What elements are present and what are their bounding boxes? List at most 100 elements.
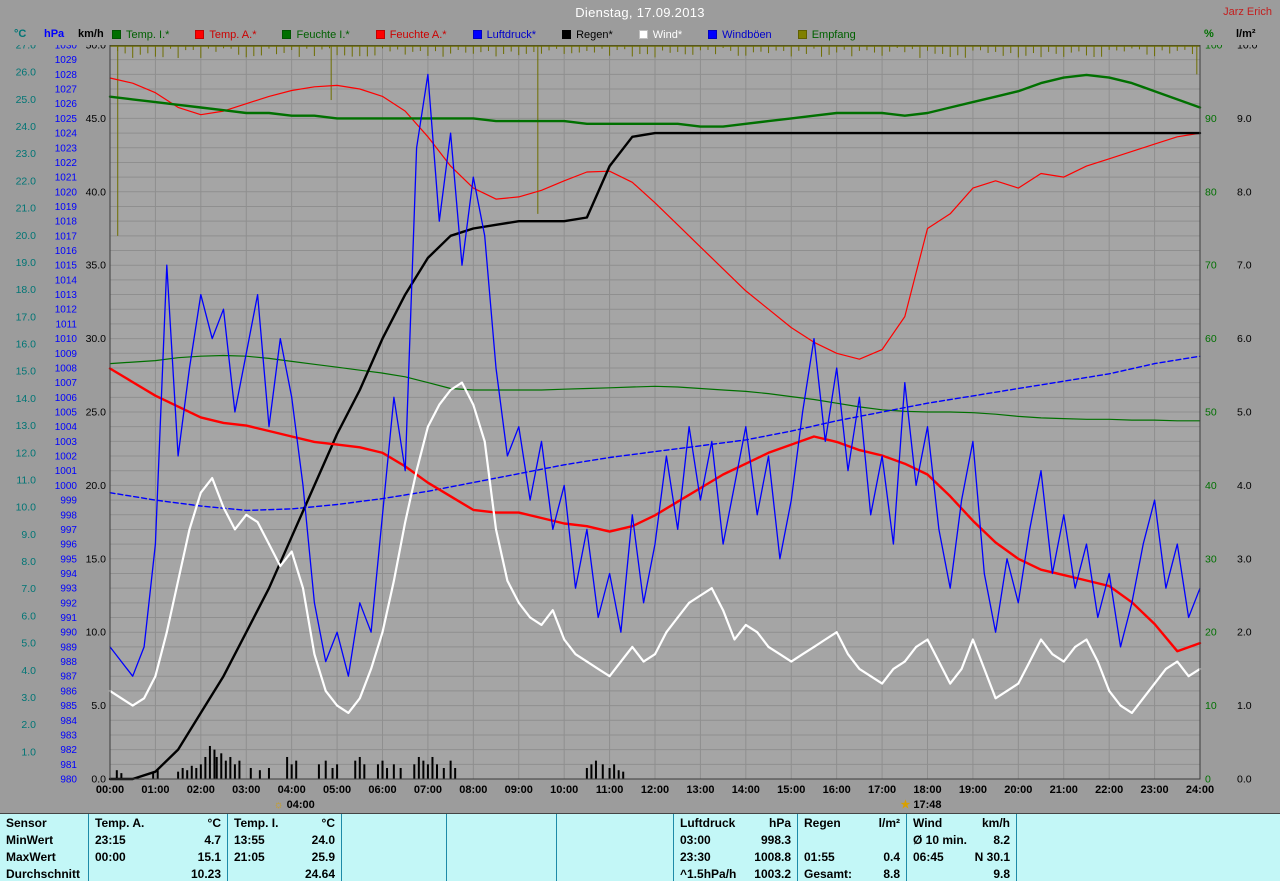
- axis-tick-label: 00:00: [96, 784, 124, 796]
- axis-tick-label: 15.0: [16, 366, 37, 378]
- empfang-swatch-icon: [798, 30, 807, 39]
- axis-tick-label: 6.0: [21, 610, 36, 622]
- axis-tick-label: 26.0: [16, 67, 37, 79]
- cell-value: 1003.2: [754, 867, 791, 881]
- table-cell: 23:301008.8: [673, 848, 797, 865]
- axis-unit-percent: %: [1204, 28, 1214, 40]
- axis-tick-label: 14.0: [16, 393, 37, 405]
- cell-label: 06:45: [913, 850, 944, 864]
- axis-unit-celsius: °C: [14, 28, 26, 40]
- axis-tick-label: 13.0: [16, 420, 37, 432]
- axis-tick-label: 22.0: [16, 175, 37, 187]
- weather-station-window: Dienstag, 17.09.2013 Jarz Erich °C hPa k…: [0, 0, 1280, 881]
- axis-tick-label: 1.0: [1237, 700, 1252, 712]
- cell-label: ^1.5hPa/h: [680, 867, 736, 881]
- axis-tick-label: 30: [1205, 553, 1217, 565]
- wind-swatch-icon: [639, 30, 648, 39]
- axis-tick-label: 1015: [55, 261, 78, 272]
- axis-tick-label: 50: [1205, 407, 1217, 419]
- axis-tick-label: 1013: [55, 290, 78, 301]
- legend-item-temp-i: Temp. I.*: [112, 29, 169, 41]
- feuchte-a-swatch-icon: [376, 30, 385, 39]
- cell-label: Temp. I.: [234, 816, 278, 830]
- station-owner-label: Jarz Erich: [1223, 6, 1272, 18]
- axis-tick-label: 12.0: [16, 447, 37, 459]
- table-cell: [1016, 814, 1280, 831]
- window-title: Dienstag, 17.09.2013: [575, 5, 705, 20]
- cell-label: Luftdruck: [680, 816, 735, 830]
- axis-tick-label: 20.0: [16, 230, 37, 242]
- axis-tick-label: 5.0: [91, 700, 106, 712]
- axis-tick-label: 1009: [55, 349, 78, 360]
- axis-tick-label: 17.0: [16, 311, 37, 323]
- legend-item-wind: Wind*: [639, 29, 682, 41]
- axis-tick-label: 1030: [55, 45, 78, 52]
- feuchte-i-swatch-icon: [282, 30, 291, 39]
- axis-tick-label: 19:00: [959, 784, 987, 796]
- axis-tick-label: 1027: [55, 85, 78, 96]
- cell-value: 25.9: [312, 850, 335, 864]
- cell-value: 998.3: [761, 833, 791, 847]
- axis-tick-label: 996: [60, 540, 77, 551]
- cell-value: 10.23: [191, 867, 221, 881]
- axis-tick-label: 8.0: [1237, 186, 1252, 198]
- axis-tick-label: 21:00: [1050, 784, 1078, 796]
- table-cell: [446, 865, 556, 881]
- axis-tick-label: 987: [60, 672, 77, 683]
- table-row-header: MinWert: [0, 831, 88, 848]
- axis-tick-label: 1010: [55, 334, 78, 345]
- axis-tick-label: 1008: [55, 363, 78, 374]
- axis-tick-label: 17:00: [868, 784, 896, 796]
- table-cell: [341, 831, 446, 848]
- axis-tick-label: 01:00: [141, 784, 169, 796]
- axis-tick-label: 8.0: [21, 556, 36, 568]
- cell-value: 24.0: [312, 833, 335, 847]
- table-row-header: Durchschnitt: [0, 865, 88, 881]
- axis-tick-label: 2.0: [1237, 627, 1252, 639]
- table-cell: [446, 848, 556, 865]
- axis-tick-label: 10.0: [1237, 45, 1258, 52]
- table-cell: ^1.5hPa/h 1003.2: [673, 865, 797, 881]
- axis-tick-label: 998: [60, 510, 77, 521]
- axis-tick-label: 1023: [55, 143, 78, 154]
- cell-label: Regen: [804, 816, 841, 830]
- legend-label: Feuchte I.*: [296, 29, 349, 41]
- table-cell: LuftdruckhPa: [673, 814, 797, 831]
- sun-marker-icon: ★: [901, 799, 911, 811]
- axis-tick-label: 90: [1205, 113, 1217, 125]
- axis-tick-label: 999: [60, 496, 77, 507]
- table-cell: [341, 865, 446, 881]
- table-cell: Regenl/m²: [797, 814, 906, 831]
- sun-marker-icon: ☼: [274, 799, 284, 811]
- cell-label: 01:55: [804, 850, 835, 864]
- weather-chart-canvas: 27.026.025.024.023.022.021.020.019.018.0…: [0, 45, 1280, 813]
- axis-tick-label: 12:00: [641, 784, 669, 796]
- axis-tick-label: 990: [60, 628, 77, 639]
- axis-tick-label: 19.0: [16, 257, 37, 269]
- axis-tick-label: 45.0: [86, 113, 107, 125]
- table-row-header: MaxWert: [0, 848, 88, 865]
- axis-tick-label: 984: [60, 716, 77, 727]
- axis-tick-label: 1022: [55, 158, 78, 169]
- legend-label: Wind*: [653, 29, 682, 41]
- axis-tick-label: 1011: [55, 319, 77, 330]
- axis-tick-label: 1003: [55, 437, 78, 448]
- table-cell: Temp. A.°C: [88, 814, 227, 831]
- axis-tick-label: 70: [1205, 260, 1217, 272]
- axis-tick-label: 1021: [55, 173, 78, 184]
- axis-tick-label: 18.0: [16, 284, 37, 296]
- legend-label: Luftdruck*: [487, 29, 537, 41]
- table-cell: 24.64: [227, 865, 341, 881]
- axis-tick-label: 24:00: [1186, 784, 1214, 796]
- table-cell: [341, 814, 446, 831]
- table-cell: [446, 814, 556, 831]
- legend-label: Temp. A.*: [209, 29, 256, 41]
- axis-tick-label: 7.0: [1237, 260, 1252, 272]
- cell-label: 00:00: [95, 850, 126, 864]
- axis-tick-label: 02:00: [187, 784, 215, 796]
- axis-tick-label: 1005: [55, 408, 78, 419]
- axis-tick-label: 21.0: [16, 203, 37, 215]
- axis-unit-hpa: hPa: [44, 28, 64, 40]
- axis-tick-label: 1024: [55, 129, 78, 140]
- cell-value: N 30.1: [975, 850, 1010, 864]
